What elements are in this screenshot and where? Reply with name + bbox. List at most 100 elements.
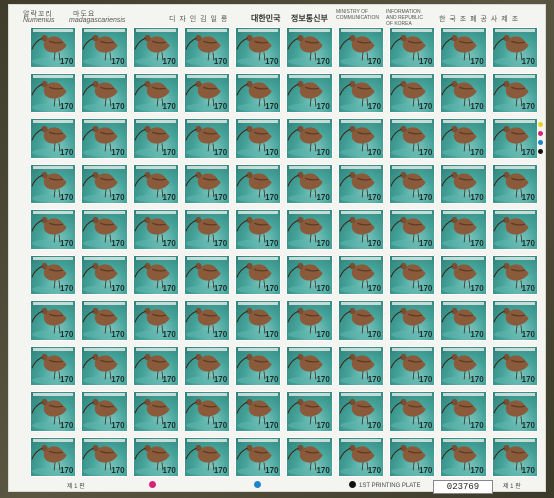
stamp-value: 170: [316, 466, 330, 475]
postage-stamp: 170: [132, 300, 179, 341]
sheet-paper: 알락꼬리 마도요 Numenius madagascariensis 디 자 인…: [8, 4, 546, 494]
postage-stamp: 170: [286, 345, 333, 386]
postage-stamp: 170: [30, 209, 77, 250]
postage-stamp: 170: [235, 391, 282, 432]
stamp-value: 170: [470, 102, 484, 111]
stamp-value: 170: [213, 466, 228, 475]
postage-stamp: 170: [440, 300, 487, 341]
postage-stamp: 170: [183, 300, 231, 341]
postage-stamp: 170: [491, 27, 538, 68]
stamp-value: 170: [470, 375, 484, 384]
stamp-value: 170: [111, 375, 125, 384]
postage-stamp: 170: [286, 163, 333, 204]
postage-stamp: 170: [286, 300, 333, 341]
stamp-value: 170: [59, 193, 74, 202]
postage-stamp: 170: [81, 72, 128, 113]
stamp-value: 170: [367, 420, 382, 430]
genus-name: Numenius: [23, 17, 55, 24]
stamp-sheet: 알락꼬리 마도요 Numenius madagascariensis 디 자 인…: [0, 0, 554, 498]
stamp-value: 170: [265, 102, 279, 111]
postage-stamp: 170: [491, 163, 538, 204]
stamp-value: 170: [316, 238, 330, 248]
postage-stamp: 170: [235, 436, 282, 477]
stamp-value: 170: [470, 147, 484, 157]
postage-stamp: 170: [491, 345, 538, 386]
postage-stamp: 170: [440, 163, 487, 204]
postage-stamp: 170: [183, 254, 231, 295]
stamp-value: 170: [213, 284, 228, 293]
stamp-value: 170: [521, 147, 535, 157]
postage-stamp: 170: [81, 27, 128, 68]
stamp-value: 170: [367, 375, 382, 384]
postage-stamp: 170: [440, 118, 487, 159]
stamp-value: 170: [521, 375, 535, 384]
stamp-value: 170: [419, 420, 433, 430]
postage-stamp: 170: [235, 27, 282, 68]
stamp-value: 170: [59, 329, 74, 339]
stamp-value: 170: [367, 238, 382, 248]
stamp-value: 170: [521, 466, 535, 475]
postage-stamp: 170: [235, 345, 282, 386]
stamp-value: 170: [470, 238, 484, 248]
stamp-value: 170: [316, 193, 330, 202]
postage-stamp: 170: [235, 72, 282, 113]
postage-stamp: 170: [337, 209, 385, 250]
postage-stamp: 170: [337, 72, 385, 113]
plate-number-right: 제 1 판: [503, 484, 521, 490]
stamp-value: 170: [316, 147, 330, 157]
stamp-value: 170: [316, 329, 330, 339]
stamp-value: 170: [111, 466, 125, 475]
postage-stamp: 170: [81, 118, 128, 159]
stamp-value: 170: [213, 420, 228, 430]
postage-stamp: 170: [440, 391, 487, 432]
postage-stamp: 170: [389, 391, 436, 432]
stamp-value: 170: [162, 284, 176, 293]
postage-stamp: 170: [30, 300, 77, 341]
stamp-value: 170: [367, 193, 382, 202]
stamp-value: 170: [213, 238, 228, 248]
postage-stamp: 170: [30, 391, 77, 432]
stamp-value: 170: [521, 102, 535, 111]
postage-stamp: 170: [81, 436, 128, 477]
postage-stamp: 170: [30, 27, 77, 68]
stamp-value: 170: [265, 238, 279, 248]
stamp-value: 170: [213, 56, 228, 66]
postage-stamp: 170: [440, 27, 487, 68]
stamp-value: 170: [162, 238, 176, 248]
stamp-value: 170: [111, 56, 125, 66]
stamp-value: 170: [265, 193, 279, 202]
stamp-value: 170: [213, 329, 228, 339]
postage-stamp: 170: [286, 391, 333, 432]
postage-stamp: 170: [183, 163, 231, 204]
stamp-value: 170: [316, 420, 330, 430]
stamp-value: 170: [419, 56, 433, 66]
postage-stamp: 170: [132, 27, 179, 68]
stamp-value: 170: [111, 420, 125, 430]
stamp-value: 170: [316, 375, 330, 384]
stamp-value: 170: [470, 193, 484, 202]
postage-stamp: 170: [235, 163, 282, 204]
postage-stamp: 170: [286, 118, 333, 159]
stamp-value: 170: [470, 56, 484, 66]
stamp-value: 170: [213, 147, 228, 157]
stamp-value: 170: [162, 329, 176, 339]
stamp-value: 170: [316, 102, 330, 111]
stamp-value: 170: [162, 466, 176, 475]
postage-stamp: 170: [440, 72, 487, 113]
postage-stamp: 170: [81, 345, 128, 386]
postage-stamp: 170: [440, 209, 487, 250]
postage-stamp: 170: [389, 27, 436, 68]
postage-stamp: 170: [286, 27, 333, 68]
stamp-value: 170: [265, 284, 279, 293]
stamp-value: 170: [470, 420, 484, 430]
postage-stamp: 170: [491, 118, 538, 159]
postage-stamp: 170: [132, 436, 179, 477]
postage-stamp: 170: [81, 254, 128, 295]
postage-stamp: 170: [491, 72, 538, 113]
postage-stamp: 170: [183, 27, 231, 68]
postage-stamp: 170: [337, 118, 385, 159]
stamp-value: 170: [59, 56, 74, 66]
stamp-value: 170: [111, 238, 125, 248]
stamp-value: 170: [521, 193, 535, 202]
cyan-registration-dot: [254, 481, 261, 488]
